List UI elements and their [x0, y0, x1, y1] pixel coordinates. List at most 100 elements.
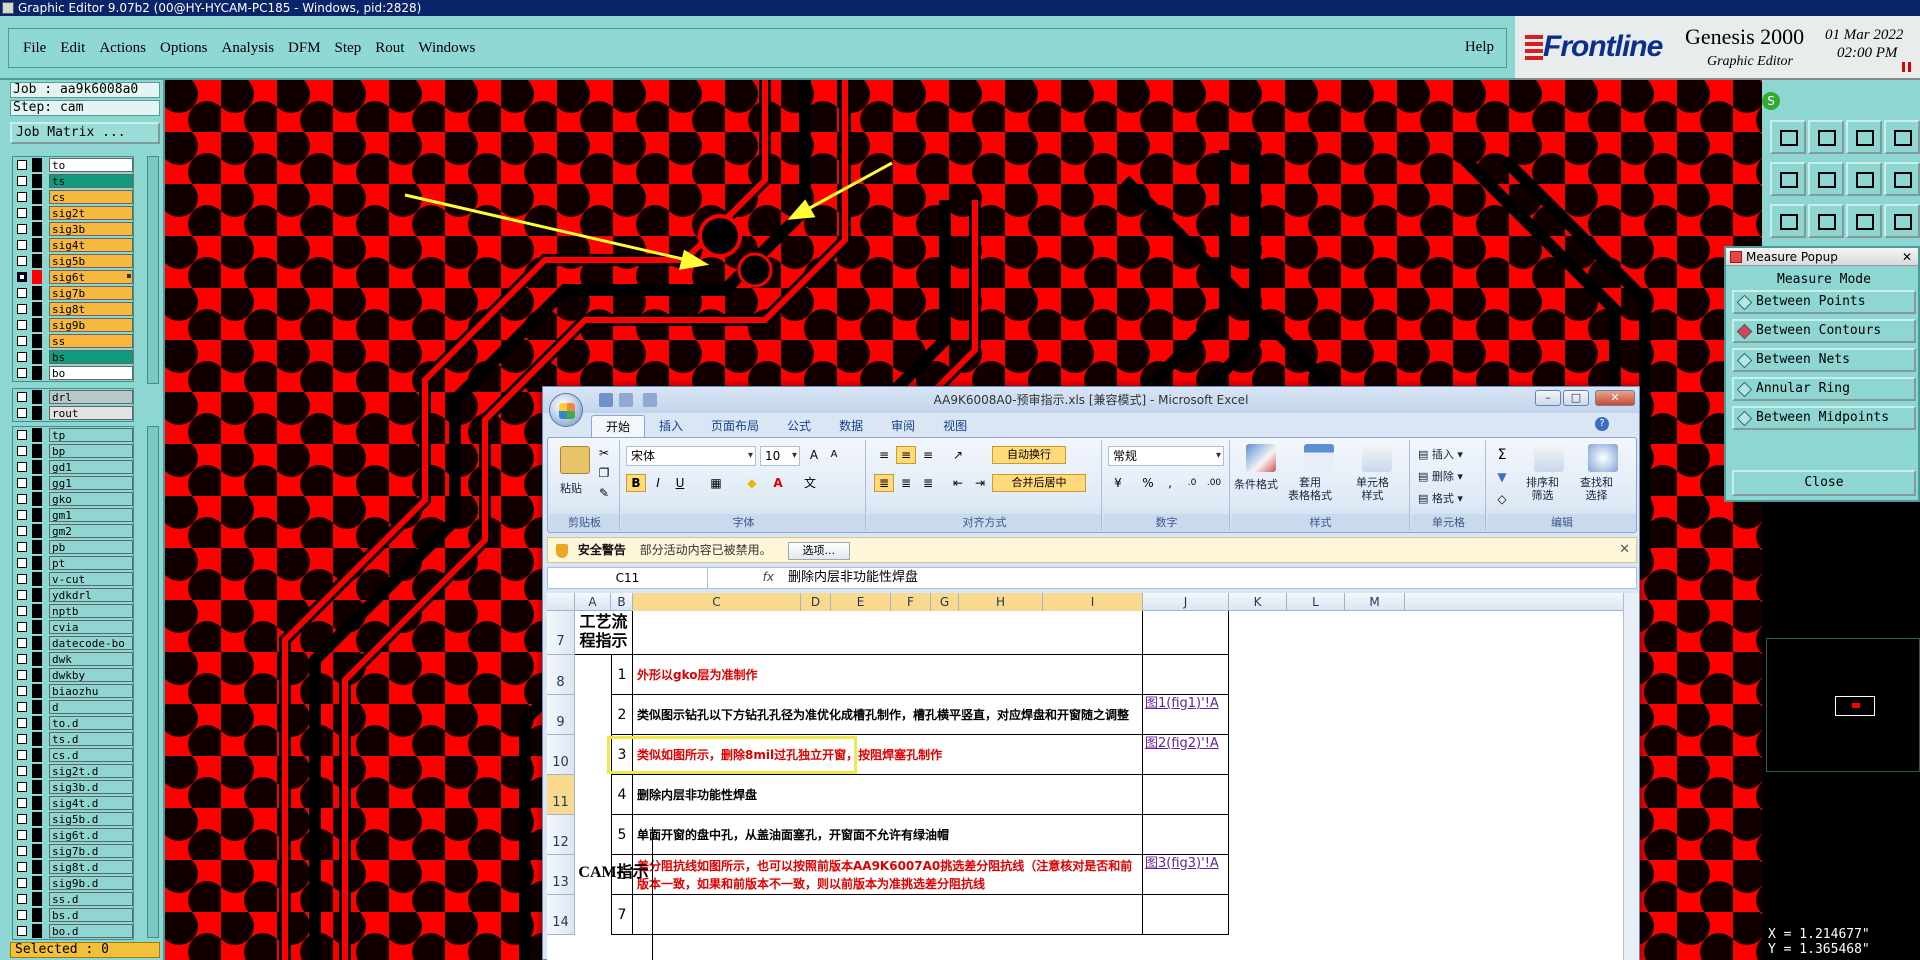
row-header[interactable]: 13	[547, 855, 575, 895]
underline-button[interactable]: U	[670, 474, 690, 492]
layer-row-gko[interactable]: gko	[13, 491, 133, 507]
layer-row-bo.d[interactable]: bo.d	[13, 923, 133, 939]
menu-windows[interactable]: Windows	[418, 40, 475, 57]
layer-checkbox[interactable]	[17, 814, 27, 824]
layer-row-sig6t.d[interactable]: sig6t.d	[13, 827, 133, 843]
format-table-icon[interactable]	[1304, 444, 1334, 472]
ribbon-tab-4[interactable]: 数据	[825, 415, 877, 437]
align-bottom-icon[interactable]: ≡	[918, 446, 938, 464]
layer-row-ss[interactable]: ss	[13, 333, 133, 349]
layer-row-sig3b[interactable]: sig3b	[13, 221, 133, 237]
select-all-corner[interactable]	[547, 593, 575, 611]
figure-link[interactable]: 图1(fig1)'!A	[1143, 695, 1229, 735]
layer-checkbox[interactable]	[17, 574, 27, 584]
layer-name[interactable]: cs	[49, 190, 133, 204]
layer-name[interactable]: sig3b.d	[49, 780, 133, 794]
ribbon-tab-0[interactable]: 开始	[591, 415, 646, 437]
instruction-cell[interactable]: 差分阻抗线如图所示，也可以按照前版本AA9K6007A0挑选差分阻抗线（注意核对…	[633, 855, 1143, 895]
scale-1-2-icon[interactable]	[1846, 162, 1882, 196]
save-icon[interactable]	[599, 393, 613, 407]
layer-checkbox[interactable]	[17, 606, 27, 616]
pause-icon[interactable]	[1902, 62, 1912, 72]
layer-name[interactable]: sig4t	[49, 238, 133, 252]
layer-row-sig4t[interactable]: sig4t	[13, 237, 133, 253]
sort-filter-icon[interactable]	[1534, 444, 1564, 472]
decrease-decimal-icon[interactable]: .00	[1204, 474, 1224, 492]
column-header-E[interactable]: E	[831, 593, 891, 611]
layer-row-sig7b.d[interactable]: sig7b.d	[13, 843, 133, 859]
bold-button[interactable]: B	[626, 474, 646, 492]
layer-checkbox[interactable]	[17, 208, 27, 218]
layer-row-bs[interactable]: bs	[13, 349, 133, 365]
layer-name[interactable]: nptb	[49, 604, 133, 618]
layer-checkbox[interactable]	[17, 926, 27, 936]
layer-name[interactable]: sig8t	[49, 302, 133, 316]
layer-checkbox[interactable]	[17, 718, 27, 728]
layer-checkbox[interactable]	[17, 224, 27, 234]
layer-name[interactable]: sig5b.d	[49, 812, 133, 826]
layer-checkbox[interactable]	[17, 766, 27, 776]
layer-row-ts.d[interactable]: ts.d	[13, 731, 133, 747]
step-number[interactable]: 4	[611, 775, 633, 815]
layer-checkbox[interactable]	[17, 256, 27, 266]
layer-name[interactable]: bs	[49, 350, 133, 364]
view-rectangle[interactable]	[1835, 696, 1875, 716]
overview-map[interactable]	[1766, 638, 1920, 772]
measure-option-annular-ring[interactable]: Annular Ring	[1732, 377, 1916, 401]
font-name-combo[interactable]: 宋体	[626, 446, 756, 466]
layer-row-gm1[interactable]: gm1	[13, 507, 133, 523]
shrink-font-icon[interactable]: A	[824, 446, 844, 464]
column-header-K[interactable]: K	[1229, 593, 1287, 611]
layer-row-datecode-bo[interactable]: datecode-bo	[13, 635, 133, 651]
layer-checkbox[interactable]	[17, 894, 27, 904]
menu-help[interactable]: Help	[1465, 39, 1494, 56]
close-icon[interactable]: ✕	[1619, 538, 1630, 562]
format-table-label[interactable]: 套用 表格格式	[1288, 476, 1332, 502]
layer-checkbox[interactable]	[17, 622, 27, 632]
split-icon[interactable]	[1884, 120, 1920, 154]
column-header-C[interactable]: C	[633, 593, 801, 611]
help-query-icon[interactable]	[1884, 162, 1920, 196]
layer-name[interactable]: sig7b.d	[49, 844, 133, 858]
layer-checkbox[interactable]	[17, 654, 27, 664]
wrap-text-button[interactable]: 自动换行	[992, 446, 1066, 464]
ribbon-tab-6[interactable]: 视图	[929, 415, 981, 437]
layer-checkbox[interactable]	[17, 590, 27, 600]
align-top-icon[interactable]: ≡	[874, 446, 894, 464]
step-number[interactable]: 3	[611, 735, 633, 775]
layer-checkbox[interactable]	[17, 846, 27, 856]
column-header-H[interactable]: H	[959, 593, 1043, 611]
column-header-I[interactable]: I	[1043, 593, 1143, 611]
menu-edit[interactable]: Edit	[60, 40, 85, 57]
fill-color-icon[interactable]: ◆	[742, 474, 762, 492]
layer-checkbox[interactable]	[17, 686, 27, 696]
figure-link[interactable]	[1143, 815, 1229, 855]
layer-row-tp[interactable]: tp	[13, 427, 133, 443]
layer-name[interactable]: sig2t.d	[49, 764, 133, 778]
layer-name[interactable]: bo	[49, 366, 133, 380]
layer-name[interactable]: gg1	[49, 476, 133, 490]
layer-checkbox[interactable]	[17, 510, 27, 520]
instruction-cell[interactable]: 类似如图所示，删除8mil过孔独立开窗，按阻焊塞孔制作	[633, 735, 1143, 775]
layer-row-cs[interactable]: cs	[13, 189, 133, 205]
layer-checkbox[interactable]	[17, 542, 27, 552]
row-header[interactable]: 12	[547, 815, 575, 855]
format-cells-button[interactable]: ▤ 格式 ▾	[1418, 490, 1463, 506]
find-select-icon[interactable]	[1588, 444, 1618, 472]
menu-actions[interactable]: Actions	[99, 40, 146, 57]
row-header[interactable]: 7	[547, 611, 575, 655]
layer-checkbox[interactable]	[17, 494, 27, 504]
layer-checkbox[interactable]	[17, 798, 27, 808]
layer-checkbox[interactable]	[17, 750, 27, 760]
layer-name[interactable]: rout	[49, 406, 133, 420]
row-header[interactable]: 11	[547, 775, 575, 815]
orientation-icon[interactable]: ↗	[948, 446, 968, 464]
instruction-cell[interactable]: 外形以gko层为准制作	[633, 655, 1143, 695]
layer-row-ss.d[interactable]: ss.d	[13, 891, 133, 907]
instruction-cell[interactable]: 类似图示钻孔以下方钻孔孔径为准优化成槽孔制作，槽孔横平竖直，对应焊盘和开窗随之调…	[633, 695, 1143, 735]
layer-checkbox[interactable]	[17, 526, 27, 536]
layer-checkbox[interactable]	[17, 830, 27, 840]
layer-name[interactable]: d	[49, 700, 133, 714]
instruction-cell[interactable]	[633, 895, 1143, 935]
figure-link[interactable]	[1143, 775, 1229, 815]
